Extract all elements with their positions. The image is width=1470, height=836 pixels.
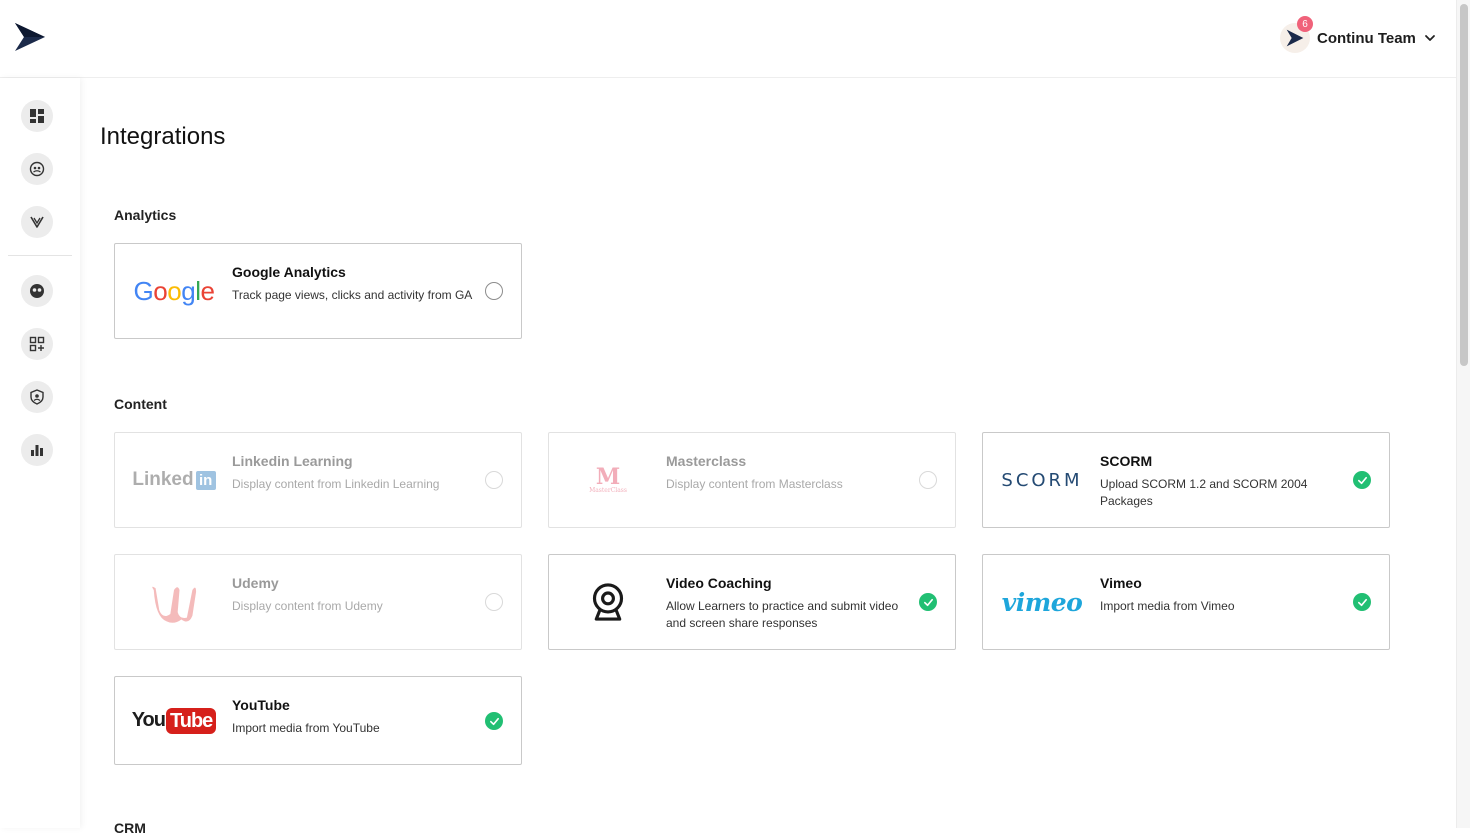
- notification-badge: 6: [1297, 16, 1313, 32]
- card-google-analytics[interactable]: Google Google Analytics Track page views…: [114, 243, 522, 339]
- youtube-logo: You Tube: [115, 677, 233, 764]
- apps-icon: [29, 336, 45, 352]
- webcam-icon: [549, 555, 667, 649]
- vimeo-logo: vimeo: [983, 555, 1101, 649]
- card-description: Display content from Masterclass: [666, 477, 843, 491]
- card-description: Import media from YouTube: [232, 721, 380, 735]
- account-menu[interactable]: 6 Continu Team: [1280, 16, 1436, 54]
- card-title: Google Analytics: [232, 264, 346, 280]
- google-logo-text: Google: [134, 276, 215, 307]
- analytics-icon: [31, 445, 43, 456]
- sidebar: [0, 78, 80, 828]
- linkedin-logo-word: Linked: [132, 469, 194, 490]
- section-title-crm: CRM: [114, 820, 146, 836]
- card-video-coaching[interactable]: Video Coaching Allow Learners to practic…: [548, 554, 956, 650]
- card-title: Udemy: [232, 575, 279, 591]
- card-title: Linkedin Learning: [232, 453, 353, 469]
- select-radio[interactable]: [919, 471, 937, 489]
- scorm-logo-text: SCORM: [1001, 469, 1083, 491]
- linkedin-logo-in: in: [195, 470, 216, 490]
- masterclass-logo: M MasterClass: [549, 433, 667, 527]
- sidebar-item-learning[interactable]: [21, 206, 53, 238]
- udemy-logo-icon: [115, 555, 233, 649]
- card-description: Upload SCORM 1.2 and SCORM 2004 Packages: [1100, 477, 1308, 508]
- card-title: Video Coaching: [666, 575, 772, 591]
- masterclass-logo-mark: M: [595, 463, 621, 490]
- enabled-check-icon[interactable]: [485, 712, 503, 730]
- avatar[interactable]: 6: [1280, 16, 1313, 53]
- scrollbar-thumb[interactable]: [1460, 4, 1468, 366]
- enabled-check-icon[interactable]: [1353, 471, 1371, 489]
- page-title: Integrations: [100, 123, 226, 150]
- card-description: Display content from Udemy: [232, 599, 383, 613]
- sidebar-item-users[interactable]: [21, 153, 53, 185]
- card-title: SCORM: [1100, 453, 1153, 469]
- section-title-analytics: Analytics: [114, 207, 177, 223]
- card-masterclass[interactable]: M MasterClass Masterclass Display conten…: [548, 432, 956, 528]
- account-name: Continu Team: [1317, 29, 1416, 47]
- community-icon: [30, 284, 44, 298]
- top-bar: 6 Continu Team: [0, 0, 1456, 78]
- google-logo-letter: e: [200, 275, 215, 306]
- sidebar-item-security[interactable]: [21, 381, 53, 413]
- card-udemy[interactable]: Udemy Display content from Udemy: [114, 554, 522, 650]
- youtube-logo-you: You: [131, 709, 166, 731]
- card-scorm[interactable]: SCORM SCORM Upload SCORM 1.2 and SCORM 2…: [982, 432, 1390, 528]
- card-description: Allow Learners to practice and submit vi…: [666, 599, 899, 630]
- select-radio[interactable]: [485, 282, 503, 300]
- card-youtube[interactable]: You Tube YouTube Import media from YouTu…: [114, 676, 522, 765]
- chevron-down-icon: [1424, 35, 1435, 41]
- youtube-logo-tube: Tube: [166, 707, 217, 734]
- google-logo-letter: G: [133, 275, 154, 306]
- sidebar-item-community[interactable]: [21, 275, 53, 307]
- card-title: YouTube: [232, 697, 290, 713]
- section-title-content: Content: [114, 396, 167, 412]
- google-logo-letter: o: [153, 275, 168, 306]
- sidebar-item-analytics[interactable]: [21, 434, 53, 466]
- linkedin-logo: Linked in: [115, 433, 233, 527]
- masterclass-logo-text: MasterClass: [589, 486, 627, 494]
- card-description: Display content from Linkedin Learning: [232, 477, 440, 491]
- card-title: Vimeo: [1100, 575, 1142, 591]
- google-logo: Google: [115, 244, 233, 338]
- card-vimeo[interactable]: vimeo Vimeo Import media from Vimeo: [982, 554, 1390, 650]
- google-logo-letter: g: [181, 275, 196, 306]
- select-radio[interactable]: [485, 593, 503, 611]
- users-icon: [29, 161, 45, 177]
- sidebar-divider: [8, 255, 72, 256]
- shield-icon: [30, 389, 44, 405]
- enabled-check-icon[interactable]: [1353, 593, 1371, 611]
- card-description: Import media from Vimeo: [1100, 599, 1235, 613]
- card-linkedin-learning[interactable]: Linked in Linkedin Learning Display cont…: [114, 432, 522, 528]
- card-description: Track page views, clicks and activity fr…: [232, 288, 473, 302]
- vimeo-logo-text: vimeo: [1001, 587, 1083, 617]
- select-radio[interactable]: [485, 471, 503, 489]
- sidebar-item-dashboard[interactable]: [21, 100, 53, 132]
- page-scrollbar[interactable]: [1456, 0, 1470, 828]
- enabled-check-icon[interactable]: [919, 593, 937, 611]
- learning-icon: [30, 216, 44, 228]
- dashboard-icon: [30, 109, 44, 123]
- card-title: Masterclass: [666, 453, 747, 469]
- scorm-logo: SCORM: [983, 433, 1101, 527]
- brand-logo-icon[interactable]: [13, 20, 47, 54]
- google-logo-letter: o: [167, 275, 182, 306]
- sidebar-item-apps[interactable]: [21, 328, 53, 360]
